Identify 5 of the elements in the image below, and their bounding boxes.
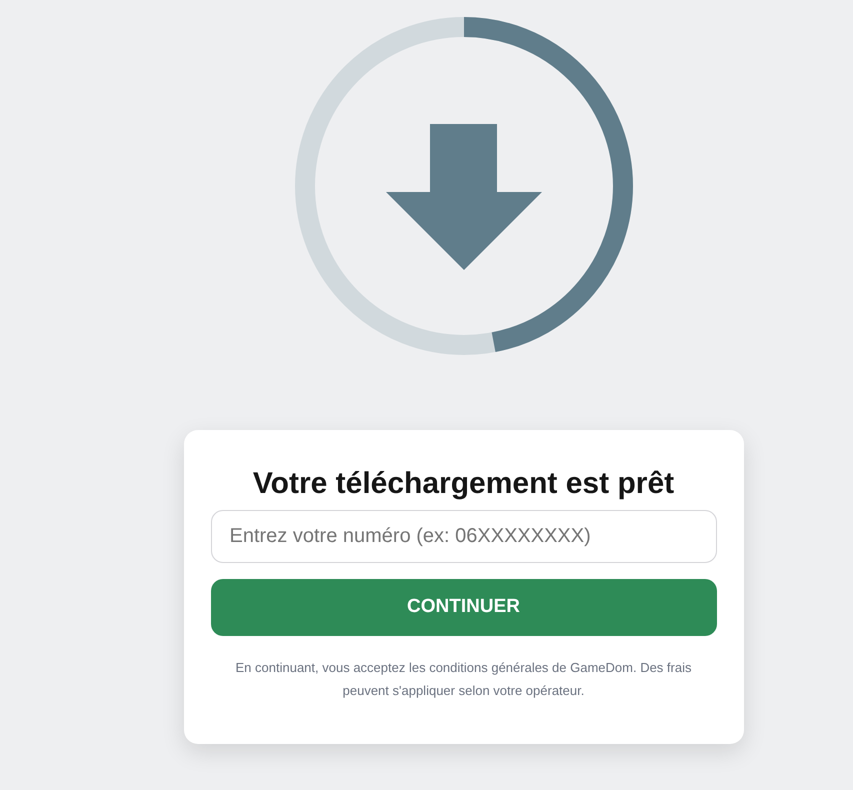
- card-title: Votre téléchargement est prêt: [252, 466, 674, 502]
- terms-text: En continuant, vous acceptez les conditions générales de GameDom. Des frais peuvent s'appliquer selon votre opérateur.: [234, 659, 692, 700]
- phone-input-field[interactable]: Entrez votre numéro (ex: 06XXXXXXXX): [210, 510, 716, 563]
- continue-button[interactable]: CONTINUER: [210, 579, 716, 636]
- download-arrow-icon: [386, 124, 542, 270]
